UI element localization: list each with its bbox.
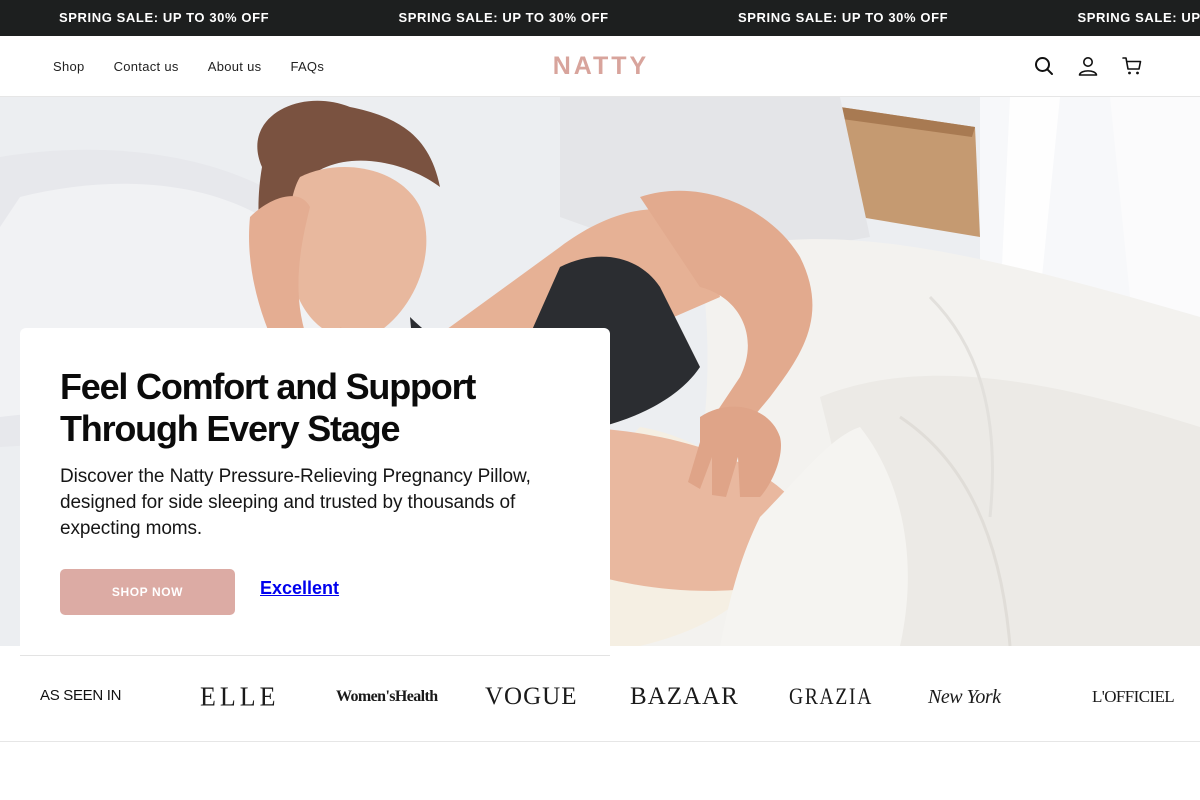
nav-contact-us[interactable]: Contact us — [114, 59, 179, 74]
brand-logo-womens-health: Women'sHealth — [336, 688, 438, 705]
announcement-item: SPRING SALE: UP TO 30% OFF — [398, 10, 609, 25]
announcement-track: SPRING SALE: UP TO 30% OFF SPRING SALE: … — [59, 0, 1200, 36]
site-header: Shop Contact us About us FAQs NATTY — [0, 36, 1200, 97]
main-nav: Shop Contact us About us FAQs — [53, 36, 353, 96]
search-icon[interactable] — [1032, 54, 1056, 78]
as-seen-in-label: AS SEEN IN — [40, 687, 122, 704]
site-logo[interactable]: NATTY — [545, 53, 657, 79]
announcement-item: SPRING SALE: UP TO 30% OFF — [738, 10, 949, 25]
nav-faqs[interactable]: FAQs — [290, 59, 324, 74]
brand-logo-elle: ELLE — [200, 681, 280, 712]
press-divider — [20, 655, 610, 656]
brand-logo-new-york: New York — [928, 686, 1001, 708]
hero-description: Discover the Natty Pressure-Relieving Pr… — [60, 466, 531, 539]
announcement-item: SPRING SALE: UP TO 30% OFF — [59, 10, 270, 25]
shop-now-button[interactable]: SHOP NOW — [60, 569, 235, 615]
hero-card: Feel Comfort and Support Through Every S… — [20, 328, 610, 656]
press-strip-top — [610, 646, 1200, 656]
brand-logo-grazia: GRAZIA — [789, 684, 874, 709]
nav-shop[interactable]: Shop — [53, 59, 85, 74]
brand-logo-bazaar: BAZAAR — [630, 683, 739, 710]
account-icon[interactable] — [1076, 54, 1100, 78]
announcement-bar: SPRING SALE: UP TO 30% OFF SPRING SALE: … — [0, 0, 1200, 36]
brand-logo-vogue: VOGUE — [485, 683, 578, 710]
announcement-item: SPRING SALE: UP TO 30% OFF — [1077, 10, 1200, 25]
brand-logo-lofficiel: L'OFFICIEL — [1092, 687, 1175, 706]
cart-icon[interactable] — [1120, 54, 1144, 78]
hero-title: Feel Comfort and Support Through Every S… — [60, 366, 476, 449]
press-strip — [0, 656, 1200, 742]
rating-link[interactable]: Excellent — [260, 578, 339, 599]
nav-about-us[interactable]: About us — [208, 59, 262, 74]
